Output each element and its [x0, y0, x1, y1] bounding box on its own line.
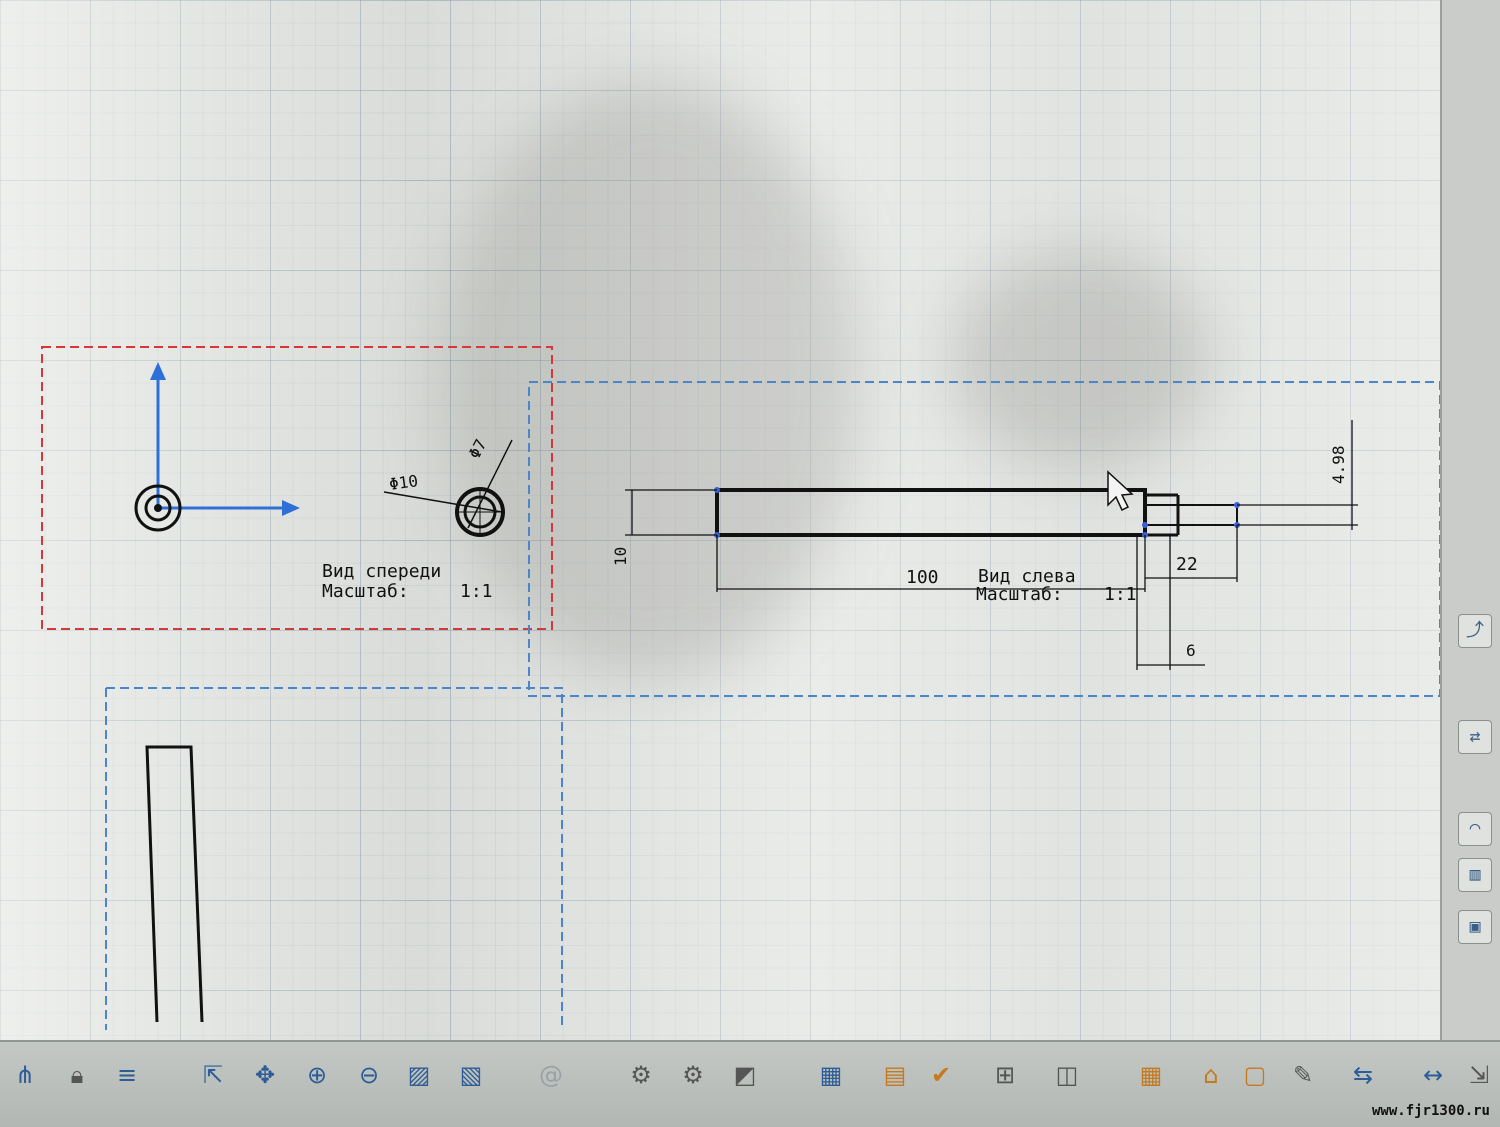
- curve-icon[interactable]: ⤴: [1458, 614, 1492, 648]
- grid-select-icon[interactable]: ▦: [812, 1056, 850, 1094]
- watermark: www.fjr1300.ru: [1371, 1103, 1490, 1119]
- dim-tip-length[interactable]: 22: [1176, 554, 1198, 575]
- pin-icon[interactable]: ✎: [1284, 1056, 1322, 1094]
- dimension-lines: [625, 420, 1358, 670]
- table-icon[interactable]: ▦: [1132, 1056, 1170, 1094]
- drawing-sheet[interactable]: Φ10 Φ7 Вид спереди Масштаб: 1:1 10 100 В…: [0, 0, 1440, 1040]
- lock-icon[interactable]: 🔒︎: [58, 1056, 96, 1094]
- view-box-icon[interactable]: ▣: [1458, 910, 1492, 944]
- check-icon[interactable]: ✔: [922, 1056, 960, 1094]
- dim-inner-diameter[interactable]: Φ7: [465, 436, 491, 462]
- transfer-icon[interactable]: ⇆: [1344, 1056, 1382, 1094]
- swap-arrows-icon[interactable]: ⇄: [1458, 720, 1492, 754]
- zoom-window-icon[interactable]: ▧: [452, 1056, 490, 1094]
- settings-icon[interactable]: ⚙: [622, 1056, 660, 1094]
- front-view-title: Вид спереди: [322, 561, 441, 582]
- bars-icon[interactable]: ▥: [1458, 858, 1492, 892]
- left-view-scale-value: 1:1: [1104, 584, 1137, 605]
- bottom-view-frame[interactable]: [105, 687, 563, 1030]
- export-icon[interactable]: ⇲: [1460, 1056, 1498, 1094]
- front-view-pipe[interactable]: [455, 487, 505, 537]
- layers-icon[interactable]: ◫: [1048, 1056, 1086, 1094]
- render-icon[interactable]: ◩: [726, 1056, 764, 1094]
- mouse-cursor-icon: [1107, 470, 1134, 512]
- chair-icon[interactable]: ⌂: [1192, 1056, 1230, 1094]
- pan-fit-icon[interactable]: ⇱: [194, 1056, 232, 1094]
- dim-step[interactable]: 6: [1186, 641, 1196, 660]
- variables-icon[interactable]: ≡: [108, 1056, 146, 1094]
- left-view-scale-label: Масштаб:: [976, 584, 1063, 605]
- front-view-scale-label: Масштаб:: [322, 581, 409, 602]
- move-icon[interactable]: ✥: [246, 1056, 284, 1094]
- left-view-pipe[interactable]: [714, 487, 1240, 538]
- gears-icon[interactable]: ⚙: [674, 1056, 712, 1094]
- drawing-canvas[interactable]: Φ10 Φ7 Вид спереди Масштаб: 1:1 10 100 В…: [0, 0, 1500, 1040]
- left-view-frame[interactable]: [528, 381, 1440, 697]
- dim-tip-offset[interactable]: 4.98: [1329, 445, 1348, 484]
- arc-icon[interactable]: ◠: [1458, 812, 1492, 846]
- right-tool-panel: ⤴ ⇄ ◠ ▥ ▣: [1440, 0, 1500, 1040]
- frame-icon[interactable]: ▢: [1236, 1056, 1274, 1094]
- dim-height[interactable]: 10: [611, 547, 630, 566]
- zoom-in-icon[interactable]: ⊕: [298, 1056, 336, 1094]
- folder-icon[interactable]: ▤: [876, 1056, 914, 1094]
- dim-outer-diameter[interactable]: Φ10: [388, 471, 419, 494]
- zoom-out-icon[interactable]: ⊖: [350, 1056, 388, 1094]
- front-view-scale-value: 1:1: [460, 581, 493, 602]
- dim-length[interactable]: 100: [906, 567, 939, 588]
- zoom-area-icon[interactable]: ▨: [400, 1056, 438, 1094]
- width-icon[interactable]: ↔: [1414, 1056, 1452, 1094]
- origin-axes-icon: [134, 362, 300, 532]
- spiral-icon[interactable]: @: [532, 1056, 570, 1094]
- bottom-toolbar: ⋔ 🔒︎ ≡ ⇱ ✥ ⊕ ⊖ ▨ ▧ @ ⚙ ⚙ ◩ ▦ ▤ ✔ ⊞ ◫ ▦ ⌂…: [0, 1040, 1500, 1127]
- dimension-icon[interactable]: ⊞: [986, 1056, 1024, 1094]
- bottom-view-part[interactable]: [145, 745, 204, 1023]
- tree-icon[interactable]: ⋔: [6, 1056, 44, 1094]
